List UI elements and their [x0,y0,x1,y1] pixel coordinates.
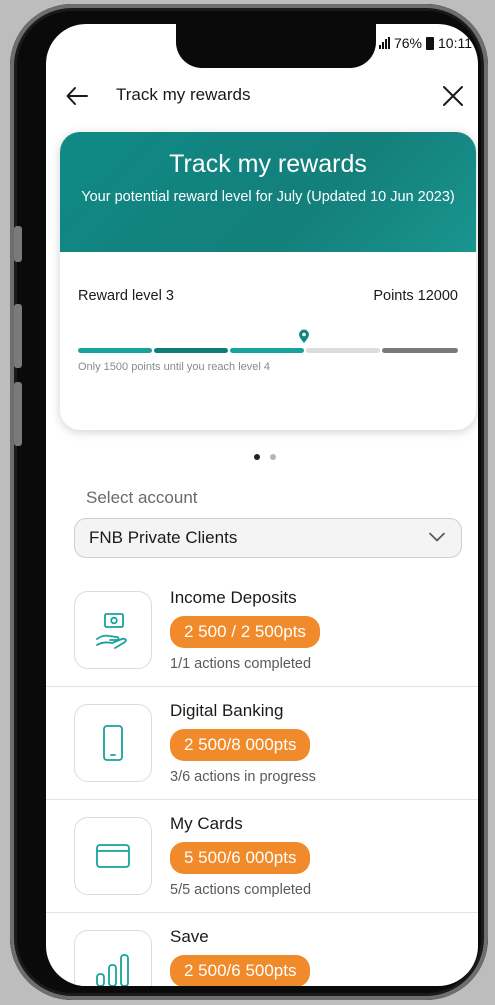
save-icon-tile [74,930,152,986]
carousel-dot-active[interactable] [254,454,260,460]
cards-icon-tile [74,817,152,895]
close-icon[interactable] [442,85,464,107]
account-select[interactable]: FNB Private Clients [74,518,462,558]
reward-title: Save [170,927,209,946]
reward-level-card[interactable]: Track my rewards Your potential reward l… [60,132,476,430]
carousel-dots [254,454,276,460]
progress-segment-1 [78,348,152,353]
reward-title: My Cards [170,814,243,833]
income-icon-tile [74,591,152,669]
select-account-label: Select account [86,488,198,507]
clock: 10:11 [438,35,472,51]
reward-status: 3/6 actions in progress [170,769,316,785]
money-hand-icon [96,613,127,649]
carousel-dot[interactable] [270,454,276,460]
signal-icon [378,37,390,49]
points-hint: Only 1500 points until you reach level 4 [78,361,271,373]
bar-chart-icon [96,954,129,986]
card-banner: Track my rewards Your potential reward l… [60,132,476,252]
page-title: Track my rewards [116,85,251,104]
reward-row-save[interactable]: Save 2 500/6 500pts [46,913,478,986]
reward-row-my-cards[interactable]: My Cards 5 500/6 000pts 5/5 actions comp… [46,800,478,913]
reward-status: 1/1 actions completed [170,656,312,672]
points-badge: 2 500 / 2 500pts [170,616,320,648]
volume-up-button [14,304,22,368]
status-bar: 76% 10:11 [378,35,472,51]
progress-marker-icon [299,329,309,343]
battery-icon [426,36,434,50]
progress-segment-2 [154,348,228,353]
reward-status: 5/5 actions completed [170,882,312,898]
reward-progress-bar [78,348,458,353]
progress-segment-5 [382,348,458,353]
chevron-down-icon [429,532,445,542]
points-badge: 5 500/6 000pts [170,842,311,874]
reward-title: Digital Banking [170,701,284,720]
card-title: Track my rewards [169,150,367,178]
points-badge: 2 500/6 500pts [170,955,311,986]
top-bar: Track my rewards [46,76,478,116]
progress-segment-4 [306,348,380,353]
phone-frame: 76% 10:11 Track my rewards Track my rewa… [10,4,488,1000]
level-row: Reward level 3 Points 12000 [78,288,458,304]
back-arrow-icon[interactable] [66,86,88,106]
progress-segment-3 [230,348,304,353]
card-subtitle: Your potential reward level for July (Up… [81,189,455,205]
reward-title: Income Deposits [170,588,297,607]
reward-row-income-deposits[interactable]: Income Deposits 2 500 / 2 500pts 1/1 act… [46,574,478,687]
app-screen: 76% 10:11 Track my rewards Track my rewa… [46,24,478,986]
volume-down-button [14,382,22,446]
points-badge: 2 500/8 000pts [170,729,311,761]
mute-switch [14,226,22,262]
account-select-value: FNB Private Clients [89,528,238,547]
card-icon [96,844,130,868]
battery-percent: 76% [393,35,422,51]
reward-row-digital-banking[interactable]: Digital Banking 2 500/8 000pts 3/6 actio… [46,687,478,800]
reward-level: Reward level 3 [78,288,174,304]
phone-icon [103,725,123,761]
notch [176,24,376,68]
digital-icon-tile [74,704,152,782]
points-total: Points 12000 [373,288,458,304]
